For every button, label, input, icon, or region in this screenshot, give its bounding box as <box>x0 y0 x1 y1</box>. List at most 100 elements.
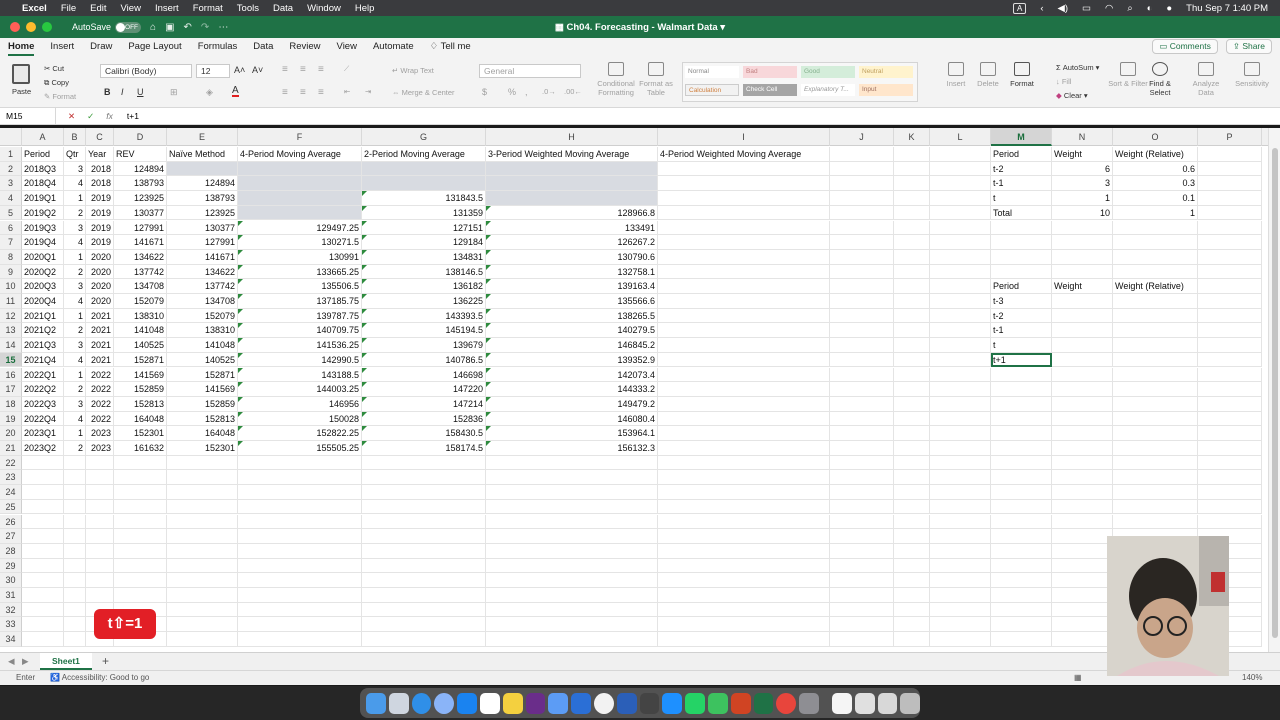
empty-cell[interactable] <box>1113 338 1198 353</box>
ma2-cell[interactable] <box>362 161 486 177</box>
period-cell[interactable]: 2018Q4 <box>22 176 64 192</box>
tab-automate[interactable]: Automate <box>373 38 414 56</box>
ma4-cell[interactable]: 141536.25 <box>238 338 362 353</box>
empty-cell[interactable] <box>894 176 930 192</box>
empty-cell[interactable] <box>894 529 930 544</box>
empty-cell[interactable] <box>486 573 658 588</box>
period-cell[interactable]: 2022Q3 <box>22 396 64 412</box>
empty-cell[interactable] <box>894 264 930 280</box>
qtr-cell[interactable]: 2 <box>64 441 86 456</box>
align-right-icon[interactable]: ≡ <box>318 87 324 98</box>
naive-cell[interactable]: 123925 <box>167 205 238 221</box>
outdent-icon[interactable]: ⇥ <box>365 87 371 96</box>
column-header-g[interactable]: G <box>362 128 486 146</box>
empty-cell[interactable] <box>1198 176 1262 192</box>
menu-view[interactable]: View <box>121 3 141 14</box>
empty-cell[interactable] <box>830 499 894 515</box>
period-cell[interactable]: 2022Q4 <box>22 411 64 427</box>
copy-button[interactable]: ⧉ Copy <box>44 78 69 88</box>
naive-cell[interactable]: 134708 <box>167 294 238 309</box>
chevron-left-icon[interactable]: ‹ <box>1040 3 1043 14</box>
row-header[interactable]: 2 <box>0 161 22 177</box>
naive-cell[interactable]: 127991 <box>167 235 238 250</box>
empty-cell[interactable] <box>991 514 1052 530</box>
empty-cell[interactable] <box>238 558 362 574</box>
empty-cell[interactable] <box>658 602 830 618</box>
empty-cell[interactable] <box>991 367 1052 383</box>
empty-cell[interactable] <box>64 573 86 588</box>
empty-cell[interactable] <box>830 382 894 397</box>
row-header[interactable]: 1 <box>0 147 22 162</box>
empty-cell[interactable] <box>64 617 86 633</box>
paste-button[interactable]: Paste <box>12 87 31 96</box>
empty-cell[interactable] <box>894 235 930 250</box>
menu-clock[interactable]: Thu Sep 7 1:40 PM <box>1186 3 1268 14</box>
align-top-icon[interactable]: ≡ <box>282 64 288 75</box>
naive-cell[interactable]: 152301 <box>167 441 238 456</box>
weights2-header[interactable]: Weight <box>1052 279 1113 294</box>
empty-cell[interactable] <box>658 249 830 265</box>
empty-cell[interactable] <box>86 588 114 603</box>
empty-cell[interactable] <box>991 455 1052 471</box>
empty-cell[interactable] <box>64 588 86 603</box>
naive-cell[interactable]: 124894 <box>167 176 238 192</box>
column-header-i[interactable]: I <box>658 128 830 146</box>
empty-cell[interactable] <box>830 308 894 324</box>
row-header[interactable]: 26 <box>0 514 22 530</box>
ma4-cell[interactable]: 129497.25 <box>238 220 362 236</box>
weights-weight-cell[interactable]: 3 <box>1052 176 1113 192</box>
number-format-select[interactable]: General <box>479 64 581 78</box>
decrease-font-icon[interactable]: A˅ <box>252 65 263 75</box>
ma4-cell[interactable] <box>238 191 362 206</box>
column-title-e[interactable]: Naïve Method <box>167 147 238 162</box>
empty-cell[interactable] <box>1052 220 1113 236</box>
save-icon[interactable]: ▣ <box>165 22 174 33</box>
comma-icon[interactable]: , <box>525 87 528 97</box>
empty-cell[interactable] <box>1198 426 1262 441</box>
ma4-cell[interactable]: 152822.25 <box>238 426 362 441</box>
indent-icon[interactable]: ⇤ <box>344 87 350 96</box>
qtr-cell[interactable]: 4 <box>64 352 86 368</box>
qtr-cell[interactable]: 3 <box>64 396 86 412</box>
empty-cell[interactable] <box>362 588 486 603</box>
row-header[interactable]: 16 <box>0 367 22 383</box>
weights-relative-cell[interactable]: 0.3 <box>1113 176 1198 192</box>
empty-cell[interactable] <box>830 147 894 162</box>
empty-cell[interactable] <box>830 323 894 339</box>
empty-cell[interactable] <box>86 485 114 500</box>
style-bad[interactable]: Bad <box>743 66 797 78</box>
empty-cell[interactable] <box>930 352 991 368</box>
empty-cell[interactable] <box>1052 573 1113 588</box>
naive-cell[interactable] <box>167 161 238 177</box>
empty-cell[interactable] <box>830 632 894 647</box>
empty-cell[interactable] <box>658 279 830 294</box>
year-cell[interactable]: 2019 <box>86 205 114 221</box>
weights-header[interactable]: Weight (Relative) <box>1113 147 1198 162</box>
period-cell[interactable]: 2019Q2 <box>22 205 64 221</box>
naive-cell[interactable]: 152813 <box>167 411 238 427</box>
empty-cell[interactable] <box>930 426 991 441</box>
empty-cell[interactable] <box>894 455 930 471</box>
empty-cell[interactable] <box>894 632 930 647</box>
weights2-period-cell[interactable]: t-1 <box>991 323 1052 339</box>
qtr-cell[interactable]: 2 <box>64 264 86 280</box>
empty-cell[interactable] <box>930 205 991 221</box>
empty-cell[interactable] <box>22 499 64 515</box>
empty-cell[interactable] <box>830 455 894 471</box>
ma4-cell[interactable]: 150028 <box>238 411 362 427</box>
ma2-cell[interactable]: 147214 <box>362 396 486 412</box>
control-center-icon[interactable]: ◐ <box>1147 3 1153 14</box>
empty-cell[interactable] <box>830 176 894 192</box>
empty-cell[interactable] <box>894 249 930 265</box>
empty-cell[interactable] <box>658 543 830 559</box>
empty-cell[interactable] <box>1198 514 1262 530</box>
align-middle-icon[interactable]: ≡ <box>300 64 306 75</box>
empty-cell[interactable] <box>22 514 64 530</box>
year-cell[interactable]: 2023 <box>86 426 114 441</box>
weights2-period-cell[interactable]: t <box>991 338 1052 353</box>
naive-cell[interactable]: 134622 <box>167 264 238 280</box>
empty-cell[interactable] <box>930 558 991 574</box>
ma4-cell[interactable]: 155505.25 <box>238 441 362 456</box>
cancel-entry-icon[interactable]: ✕ <box>68 111 75 122</box>
empty-cell[interactable] <box>830 279 894 294</box>
